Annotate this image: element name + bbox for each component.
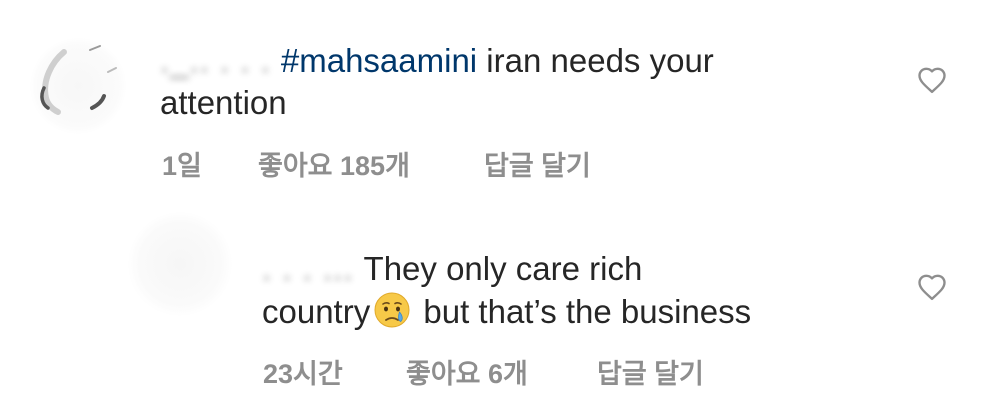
comment-text-line2: country — [262, 293, 371, 330]
hashtag-link[interactable]: #mahsaamini — [281, 42, 477, 79]
like-count[interactable]: 좋아요 6개 — [406, 352, 528, 391]
comment-timestamp[interactable]: 23시간 — [263, 352, 343, 391]
like-count[interactable]: 좋아요 185개 — [258, 144, 410, 183]
comment-timestamp[interactable]: 1일 — [162, 144, 202, 183]
reply-button[interactable]: 답글 달기 — [484, 144, 591, 183]
comment-text: ._.. . . . #mahsaamini iran needs your at… — [160, 40, 860, 124]
comment-text-line2: attention — [160, 84, 287, 121]
comment-text-line1: iran needs your — [477, 42, 714, 79]
comment-username[interactable]: ._.. . . . — [160, 40, 271, 82]
comment-text-line1: They only care rich — [363, 250, 643, 287]
comment-username[interactable]: . . . ... — [262, 248, 354, 290]
heart-outline-icon[interactable] — [917, 66, 947, 94]
crying-face-emoji-icon — [374, 292, 410, 328]
heart-outline-icon[interactable] — [917, 273, 947, 301]
avatar[interactable] — [128, 212, 232, 316]
comment-text: . . . ... They only care rich country but… — [262, 248, 902, 333]
avatar-image — [40, 45, 117, 115]
reply-button[interactable]: 답글 달기 — [597, 352, 704, 391]
avatar[interactable] — [30, 38, 126, 134]
comment-text-line2-end: but that’s the business — [414, 293, 752, 330]
